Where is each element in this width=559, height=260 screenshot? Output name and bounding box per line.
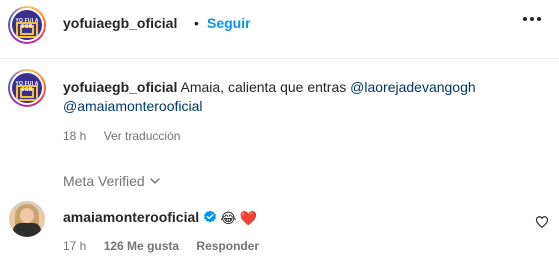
mention-amaiamonterooficial[interactable]: @amaiamonterooficial xyxy=(63,98,203,114)
translate-button[interactable]: Ver traducción xyxy=(104,129,181,143)
reply-text: amaiamonterooficial 😂 ❤️ xyxy=(63,208,257,228)
heart-emoji: ❤️ xyxy=(239,210,257,226)
logo-text: YO FUI A EGB xyxy=(15,81,39,93)
caption-text: yofuiaegb_oficial Amaia, calienta que en… xyxy=(63,78,553,116)
reply-button[interactable]: Responder xyxy=(196,239,259,253)
laughing-emoji: 😂 xyxy=(220,210,237,226)
caption-avatar-ring[interactable]: YO FUI A EGB xyxy=(8,69,46,107)
avatar[interactable]: YO FUI A EGB xyxy=(10,8,44,42)
reply-avatar[interactable] xyxy=(9,201,45,237)
egb-logo: YO FUI A EGB xyxy=(12,73,42,103)
caption-meta: 18 h Ver traducción xyxy=(63,129,180,143)
meta-verified-label: Meta Verified xyxy=(63,173,145,189)
caption-body: Amaia, calienta que entras xyxy=(180,79,347,95)
reply-username[interactable]: amaiamonterooficial xyxy=(63,209,199,225)
post-header: YO FUI A EGB yofuiaegb_oficial • Seguir xyxy=(0,0,559,50)
caption-username[interactable]: yofuiaegb_oficial xyxy=(63,79,177,95)
verified-badge-icon xyxy=(204,210,217,223)
reply-time[interactable]: 17 h xyxy=(63,239,86,253)
follow-button[interactable]: Seguir xyxy=(207,15,251,31)
reply-likes[interactable]: 126 Me gusta xyxy=(104,239,179,253)
avatar-story-ring[interactable]: YO FUI A EGB xyxy=(8,6,46,44)
reply-meta: 17 h 126 Me gusta Responder xyxy=(63,239,259,253)
meta-verified-toggle[interactable]: Meta Verified xyxy=(63,173,161,189)
header-divider xyxy=(0,58,559,59)
egb-logo: YO FUI A EGB xyxy=(12,10,42,40)
separator-dot: • xyxy=(194,15,199,31)
mention-laorejadevangogh[interactable]: @laorejadevangogh xyxy=(350,79,476,95)
heart-outline-icon[interactable] xyxy=(535,215,549,229)
caption-avatar[interactable]: YO FUI A EGB xyxy=(10,71,44,105)
logo-text: YO FUI A EGB xyxy=(15,18,39,30)
header-username[interactable]: yofuiaegb_oficial xyxy=(63,15,177,31)
chevron-down-icon xyxy=(150,178,160,184)
caption-time[interactable]: 18 h xyxy=(63,129,86,143)
more-options-icon[interactable] xyxy=(523,17,541,21)
